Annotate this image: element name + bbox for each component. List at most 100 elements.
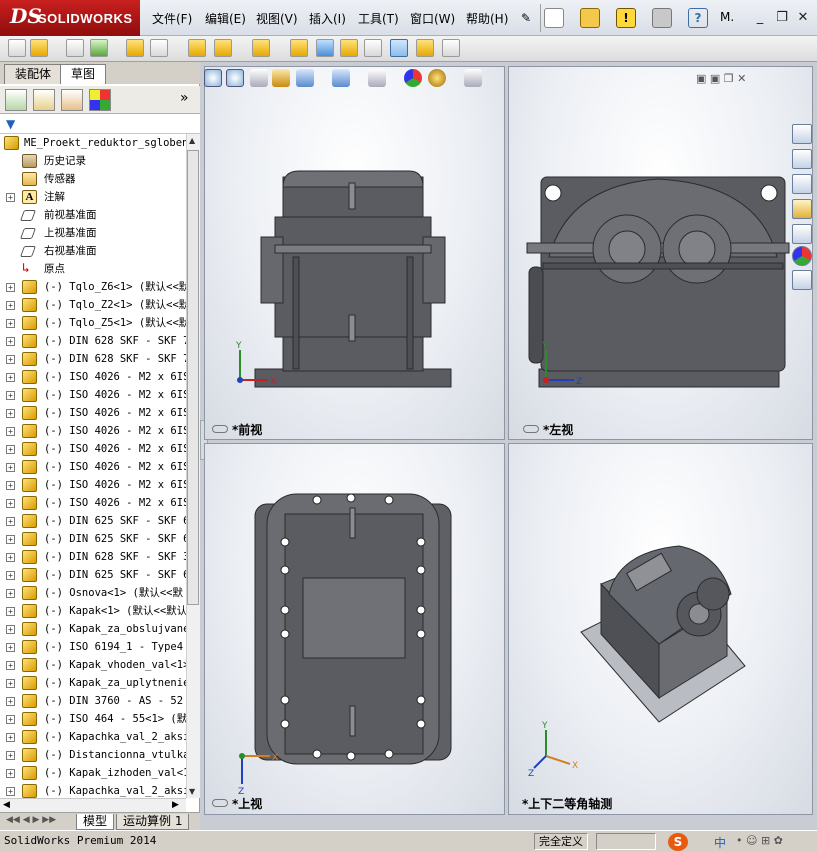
home-icon[interactable] bbox=[792, 149, 812, 169]
expand-icon[interactable]: + bbox=[6, 607, 15, 616]
expand-icon[interactable]: + bbox=[6, 751, 15, 760]
menu-tools[interactable]: 工具(T) bbox=[358, 10, 399, 27]
tab-model[interactable]: 模型 bbox=[76, 814, 115, 830]
expand-icon[interactable]: + bbox=[6, 301, 15, 310]
tree-item[interactable]: + (-) Distancionna_vtulka_ bbox=[0, 746, 186, 764]
expand-icon[interactable]: + bbox=[6, 787, 15, 796]
expand-icon[interactable]: + bbox=[6, 391, 15, 400]
link-views-icon[interactable] bbox=[212, 425, 228, 433]
feature-manager-icon[interactable] bbox=[5, 89, 27, 111]
tree-item[interactable]: + (-) ISO 4026 - M2 x 6ISO bbox=[0, 494, 186, 512]
custom-properties-icon[interactable] bbox=[792, 270, 812, 290]
tree-item[interactable]: + (-) ISO 4026 - M2 x 6ISO bbox=[0, 458, 186, 476]
expand-icon[interactable]: + bbox=[6, 571, 15, 580]
tree-item[interactable]: + (-) DIN 625 SKF - SKF 62 bbox=[0, 512, 186, 530]
tree-item[interactable]: 上视基准面 bbox=[0, 224, 186, 242]
scroll-right-icon[interactable]: ▶ bbox=[172, 800, 179, 810]
tree-item[interactable]: + A 注解 bbox=[0, 188, 186, 206]
move-component-icon[interactable] bbox=[150, 39, 168, 57]
tree-item[interactable]: + (-) DIN 628 SKF - SKF 33 bbox=[0, 548, 186, 566]
exploded-view-icon[interactable] bbox=[340, 39, 358, 57]
section-view-icon[interactable] bbox=[272, 69, 290, 87]
chevron-right-icon[interactable]: » bbox=[180, 90, 189, 106]
display-manager-icon[interactable] bbox=[89, 89, 111, 111]
expand-icon[interactable]: + bbox=[6, 319, 15, 328]
new-motion-study-icon[interactable] bbox=[290, 39, 308, 57]
tab-nav-arrows[interactable]: ◀◀ ◀ ▶ ▶▶ bbox=[6, 815, 56, 825]
close-icon[interactable]: ✕ bbox=[795, 9, 811, 25]
expand-icon[interactable]: + bbox=[6, 337, 15, 346]
expand-icon[interactable]: + bbox=[6, 517, 15, 526]
tab-sketch[interactable]: 草图 bbox=[60, 64, 107, 84]
expand-icon[interactable]: + bbox=[6, 625, 15, 634]
design-library-icon[interactable] bbox=[792, 174, 812, 194]
view-orientation-icon[interactable] bbox=[296, 69, 314, 87]
assembly-features-icon[interactable] bbox=[214, 39, 232, 57]
solidworks-logo[interactable]: DS SOLIDWORKS bbox=[0, 0, 140, 36]
expand-icon[interactable]: + bbox=[6, 589, 15, 598]
expand-icon[interactable]: + bbox=[6, 427, 15, 436]
tree-item[interactable]: + (-) Tqlo_Z6<1> (默认<<默 bbox=[0, 278, 186, 296]
hide-show-items-icon[interactable] bbox=[368, 69, 386, 87]
ime-toolbar-icons[interactable]: • ☺ ⊞ ✿ bbox=[736, 834, 783, 847]
viewport-layout-icons[interactable]: ▣ ▣ ❐ ✕ bbox=[696, 72, 746, 85]
expand-icon[interactable]: + bbox=[6, 679, 15, 688]
tree-item[interactable]: + (-) ISO 4026 - M2 x 6ISO bbox=[0, 404, 186, 422]
tree-item[interactable]: + (-) Kapak_za_uplytnenie bbox=[0, 674, 186, 692]
expand-icon[interactable]: + bbox=[6, 409, 15, 418]
filter-icon[interactable]: ▼ bbox=[6, 117, 26, 131]
tree-item[interactable]: + (-) DIN 3760 - AS - 52 x bbox=[0, 692, 186, 710]
expand-icon[interactable]: + bbox=[6, 463, 15, 472]
restore-icon[interactable]: ❐ bbox=[774, 9, 790, 25]
tree-horizontal-scrollbar[interactable]: ◀ ▶ bbox=[0, 798, 186, 812]
menu-help[interactable]: 帮助(H) bbox=[466, 10, 508, 27]
tree-item[interactable]: 右视基准面 bbox=[0, 242, 186, 260]
solidworks-resources-icon[interactable] bbox=[792, 124, 812, 144]
expand-icon[interactable]: + bbox=[6, 733, 15, 742]
new-document-icon[interactable] bbox=[544, 8, 564, 28]
print-icon[interactable] bbox=[652, 8, 672, 28]
tree-item[interactable]: 历史记录 bbox=[0, 152, 186, 170]
reference-geometry-icon[interactable] bbox=[252, 39, 270, 57]
tree-item[interactable]: + (-) Tqlo_Z2<1> (默认<<默 bbox=[0, 296, 186, 314]
link-views-icon[interactable] bbox=[523, 425, 539, 433]
tree-item[interactable]: + (-) Osnova<1> (默认<<默 bbox=[0, 584, 186, 602]
open-folder-icon[interactable] bbox=[580, 8, 600, 28]
scroll-left-icon[interactable]: ◀ bbox=[3, 800, 10, 810]
pin-icon[interactable]: ✎ bbox=[516, 8, 536, 28]
tree-item[interactable]: + (-) DIN 628 SKF - SKF 72 bbox=[0, 332, 186, 350]
tree-item[interactable]: + (-) Kapachka_val_2_aksia bbox=[0, 728, 186, 746]
mate-icon[interactable] bbox=[30, 39, 48, 57]
smart-fasteners-icon[interactable] bbox=[126, 39, 144, 57]
menu-file[interactable]: 文件(F) bbox=[152, 10, 192, 27]
tree-item[interactable]: + (-) DIN 628 SKF - SKF 72 bbox=[0, 350, 186, 368]
tree-item[interactable]: 传感器 bbox=[0, 170, 186, 188]
instant3d-icon[interactable] bbox=[390, 39, 408, 57]
help-icon[interactable]: ? bbox=[688, 8, 708, 28]
scroll-down-icon[interactable]: ▼ bbox=[189, 787, 195, 796]
tree-item[interactable]: + (-) Kapak_vhoden_val<1> bbox=[0, 656, 186, 674]
view-settings-icon[interactable] bbox=[464, 69, 482, 87]
tree-item[interactable]: + (-) DIN 625 SKF - SKF 62 bbox=[0, 530, 186, 548]
show-hidden-icon[interactable] bbox=[188, 39, 206, 57]
bill-of-materials-icon[interactable] bbox=[316, 39, 334, 57]
display-style-icon[interactable] bbox=[332, 69, 350, 87]
menu-insert[interactable]: 插入(I) bbox=[309, 10, 346, 27]
take-snapshot-icon[interactable] bbox=[442, 39, 460, 57]
tree-scroll-thumb[interactable] bbox=[187, 150, 199, 605]
expand-icon[interactable]: + bbox=[6, 355, 15, 364]
speedpak-icon[interactable] bbox=[416, 39, 434, 57]
tree-item[interactable]: + (-) Tqlo_Z5<1> (默认<<默 bbox=[0, 314, 186, 332]
apply-scene-icon[interactable] bbox=[428, 69, 446, 87]
tree-item[interactable]: + (-) ISO 4026 - M2 x 6ISO bbox=[0, 476, 186, 494]
tree-item[interactable]: + (-) DIN 625 SKF - SKF 60 bbox=[0, 566, 186, 584]
link-views-icon[interactable] bbox=[212, 799, 228, 807]
tab-assembly[interactable]: 装配体 bbox=[4, 64, 63, 84]
edit-appearance-icon[interactable] bbox=[404, 69, 422, 87]
tree-item[interactable]: + (-) ISO 464 - 55<1> (默认 bbox=[0, 710, 186, 728]
insert-components-icon[interactable] bbox=[8, 39, 26, 57]
minimize-icon[interactable]: _ bbox=[752, 9, 768, 25]
file-explorer-icon[interactable] bbox=[792, 199, 812, 219]
search-commands-label[interactable]: M. bbox=[720, 10, 734, 24]
configuration-manager-icon[interactable] bbox=[61, 89, 83, 111]
